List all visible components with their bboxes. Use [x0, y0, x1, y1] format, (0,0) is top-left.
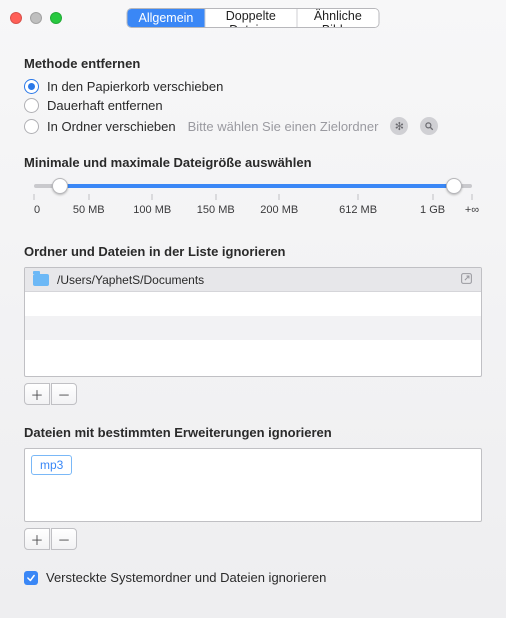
slider-tick: [152, 194, 153, 200]
slider-fill: [60, 184, 454, 188]
close-window-button[interactable]: [10, 12, 22, 24]
remove-folder-button[interactable]: －: [51, 383, 77, 405]
zoom-window-button[interactable]: [50, 12, 62, 24]
traffic-lights: [10, 12, 62, 24]
tab-duplicate-files[interactable]: Doppelte Dateien: [205, 9, 297, 27]
radio-label: Dauerhaft entfernen: [47, 98, 163, 113]
remove-extension-button[interactable]: －: [51, 528, 77, 550]
slider-tick: [34, 194, 35, 200]
ignore-extensions-list[interactable]: mp3: [24, 448, 482, 522]
slider-tick-label: 200 MB: [260, 204, 298, 216]
add-extension-button[interactable]: ＋: [24, 528, 50, 550]
folder-icon: [33, 274, 49, 286]
gear-icon[interactable]: ✻: [390, 117, 408, 135]
tab-segmented-control: Allgemein Doppelte Dateien Ähnliche Bild…: [127, 8, 380, 28]
window-titlebar: Allgemein Doppelte Dateien Ähnliche Bild…: [0, 0, 506, 36]
radio-label: In Ordner verschieben: [47, 119, 176, 134]
remove-method-permanent[interactable]: Dauerhaft entfernen: [24, 98, 482, 113]
radio-label: In den Papierkorb verschieben: [47, 79, 223, 94]
slider-tick-label: 100 MB: [133, 204, 171, 216]
search-icon[interactable]: [420, 117, 438, 135]
add-folder-button[interactable]: ＋: [24, 383, 50, 405]
reveal-icon[interactable]: [460, 272, 473, 288]
slider-tick: [215, 194, 216, 200]
checkbox-label: Versteckte Systemordner und Dateien igno…: [46, 570, 326, 585]
ignore-hidden-checkbox[interactable]: Versteckte Systemordner und Dateien igno…: [24, 570, 482, 585]
slider-tick: [279, 194, 280, 200]
list-item-empty: [25, 316, 481, 340]
ignore-ext-title: Dateien mit bestimmten Erweiterungen ign…: [24, 425, 482, 440]
slider-tick: [472, 194, 473, 200]
list-item-empty: [25, 292, 481, 316]
radio-icon: [24, 119, 39, 134]
size-range-slider[interactable]: [34, 184, 472, 188]
list-item-empty: [25, 340, 481, 364]
slider-tick: [88, 194, 89, 200]
slider-tick-label: 50 MB: [73, 204, 105, 216]
slider-thumb-min[interactable]: [52, 178, 68, 194]
remove-method-trash[interactable]: In den Papierkorb verschieben: [24, 79, 482, 94]
remove-method-title: Methode entfernen: [24, 56, 482, 71]
slider-tick: [358, 194, 359, 200]
tab-general[interactable]: Allgemein: [128, 9, 206, 27]
tab-similar-images[interactable]: Ähnliche Bilder: [297, 9, 378, 27]
remove-method-folder[interactable]: In Ordner verschieben Bitte wählen Sie e…: [24, 117, 482, 135]
slider-tick-label: 612 MB: [339, 204, 377, 216]
slider-tick-label: 0: [34, 204, 40, 216]
list-item-path: /Users/YaphetS/Documents: [57, 273, 452, 287]
minimize-window-button[interactable]: [30, 12, 42, 24]
slider-tick: [432, 194, 433, 200]
slider-tick-label: 150 MB: [197, 204, 235, 216]
slider-thumb-max[interactable]: [446, 178, 462, 194]
radio-icon: [24, 98, 39, 113]
slider-tick-label: +∞: [465, 204, 479, 216]
ignore-folders-list[interactable]: /Users/YaphetS/Documents: [24, 267, 482, 377]
list-item[interactable]: /Users/YaphetS/Documents: [25, 268, 481, 292]
slider-tick-label: 1 GB: [420, 204, 445, 216]
extension-tag[interactable]: mp3: [31, 455, 72, 475]
size-slider-title: Minimale und maximale Dateigröße auswähl…: [24, 155, 482, 170]
checkbox-icon: [24, 571, 38, 585]
folder-hint: Bitte wählen Sie einen Zielordner: [188, 119, 379, 134]
radio-icon: [24, 79, 39, 94]
ignore-list-title: Ordner und Dateien in der Liste ignorier…: [24, 244, 482, 259]
